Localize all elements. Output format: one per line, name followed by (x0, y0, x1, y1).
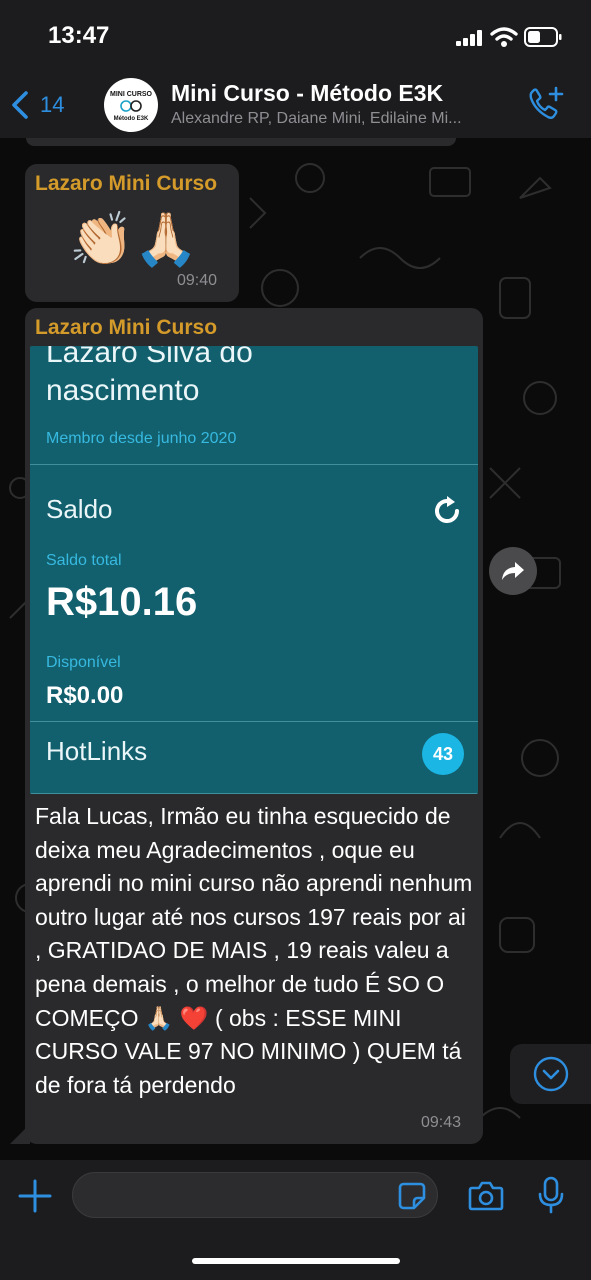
card-saldo-total: R$10.16 (46, 580, 198, 624)
svg-text:MINI CURSO: MINI CURSO (110, 91, 153, 98)
chat-title[interactable]: Mini Curso - Método E3K (171, 80, 443, 107)
back-button[interactable]: 14 (10, 88, 80, 122)
home-indicator (192, 1258, 400, 1264)
add-call-icon[interactable] (526, 86, 564, 122)
sticker-icon[interactable] (398, 1182, 426, 1210)
group-logo-icon: MINI CURSO Método E3K (110, 91, 153, 122)
card-divider (30, 721, 478, 722)
card-divider (30, 793, 478, 794)
scroll-down-button[interactable] (510, 1044, 591, 1104)
card-disponivel-label: Disponível (46, 654, 121, 671)
message-bubble[interactable]: Lazaro Mini Curso 👏🏻🙏🏻 09:40 (25, 164, 239, 302)
forward-button[interactable] (489, 547, 537, 595)
refresh-icon (435, 496, 460, 524)
card-saldo-heading: Saldo (46, 494, 113, 524)
message-emoji: 👏🏻🙏🏻 (69, 211, 199, 269)
message-text: Fala Lucas, Irmão eu tinha esquecido de … (35, 803, 473, 1098)
back-chevron-icon (12, 91, 28, 119)
card-user-name: nascimento (46, 374, 200, 407)
unread-count: 14 (40, 92, 65, 117)
message-input[interactable] (72, 1172, 438, 1218)
cellular-signal-icon (456, 30, 482, 46)
camera-icon[interactable] (468, 1180, 504, 1212)
group-avatar[interactable]: MINI CURSO Método E3K (104, 78, 158, 132)
chat-header: 14 MINI CURSO Método E3K Mini Curso - Mé… (0, 72, 591, 138)
card-member-since: Membro desde junho 2020 (46, 430, 237, 447)
card-hotlinks-label: HotLinks (46, 736, 148, 766)
message-time: 09:40 (177, 272, 218, 289)
svg-text:Método E3K: Método E3K (114, 116, 149, 122)
card-saldo-total-label: Saldo total (46, 552, 122, 569)
chat-participants[interactable]: Alexandre RP, Daiane Mini, Edilaine Mi..… (171, 110, 462, 128)
sender-name[interactable]: Lazaro Mini Curso (35, 316, 217, 340)
message-bubble[interactable]: Lazaro Mini Curso Lazaro Silva do nascim… (25, 308, 483, 1144)
card-disponivel: R$0.00 (46, 682, 124, 709)
status-time: 13:47 (48, 22, 110, 49)
sender-name[interactable]: Lazaro Mini Curso (35, 172, 217, 196)
battery-icon (524, 27, 562, 47)
card-divider (30, 464, 478, 465)
status-bar: 13:47 (0, 0, 591, 72)
scroll-down-icon (533, 1056, 568, 1092)
microphone-icon[interactable] (537, 1176, 565, 1214)
chat-area[interactable]: Lazaro Mini Curso 👏🏻🙏🏻 09:40 Lazaro Mini… (0, 138, 591, 1160)
screenshot-image[interactable]: Lazaro Silva do nascimento Membro desde … (30, 346, 478, 794)
message-time: 09:43 (421, 1114, 462, 1131)
wifi-icon (490, 27, 518, 47)
hotlinks-count-badge: 43 (422, 733, 464, 775)
card-user-name-top: Lazaro Silva do (46, 346, 253, 369)
forward-icon (502, 562, 524, 580)
previous-message-edge (26, 138, 456, 146)
plus-icon[interactable] (17, 1178, 53, 1214)
